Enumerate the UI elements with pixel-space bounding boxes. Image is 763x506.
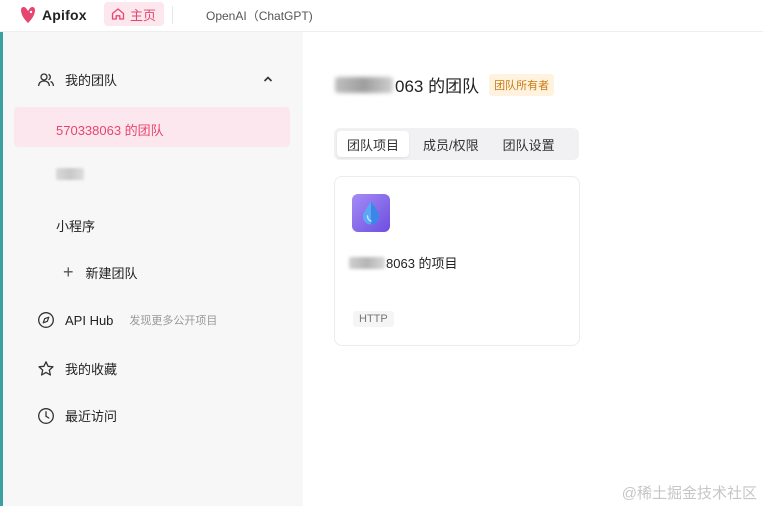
team-tabs: 团队项目 成员/权限 团队设置 bbox=[334, 128, 579, 160]
tab-project-openai[interactable]: OpenAI（ChatGPT) bbox=[206, 7, 313, 24]
sidebar-item-team-miniprogram[interactable]: 小程序 bbox=[56, 216, 95, 235]
project-icon bbox=[352, 194, 390, 232]
redacted-text bbox=[349, 256, 385, 269]
home-tab-label: 主页 bbox=[130, 7, 157, 23]
tab-home[interactable]: 主页 bbox=[104, 2, 165, 26]
water-drop-icon bbox=[363, 201, 379, 225]
app-logo[interactable]: Apifox bbox=[18, 5, 87, 25]
watermark: @稀土掘金技术社区 bbox=[621, 485, 757, 502]
main-content: 063 的团队 团队所有者 团队项目 成员/权限 团队设置 8063 的项目 H… bbox=[303, 32, 763, 506]
clock-icon bbox=[37, 407, 55, 425]
apifox-logo-icon bbox=[21, 6, 35, 23]
sidebar-my-teams-header[interactable]: 我的团队 bbox=[37, 70, 117, 89]
team-title-text: 063 的团队 bbox=[395, 77, 480, 96]
sidebar-item-favorites[interactable]: 我的收藏 bbox=[37, 359, 117, 378]
sidebar-my-teams-label: 我的团队 bbox=[65, 73, 118, 88]
api-hub-label: API Hub bbox=[65, 312, 114, 328]
page-title: 063 的团队 团队所有者 bbox=[335, 72, 555, 97]
compass-icon bbox=[37, 311, 55, 329]
recent-label: 最近访问 bbox=[65, 409, 118, 424]
api-hub-subtitle: 发现更多公开项目 bbox=[129, 315, 218, 327]
new-team-button[interactable]: + 新建团队 bbox=[63, 263, 138, 282]
owner-badge: 团队所有者 bbox=[489, 73, 555, 96]
project-card[interactable]: 8063 的项目 HTTP bbox=[334, 176, 580, 346]
home-icon bbox=[111, 8, 125, 20]
tab-team-projects[interactable]: 团队项目 bbox=[337, 131, 410, 157]
tab-divider bbox=[172, 6, 173, 24]
project-name-text: 8063 的项目 bbox=[386, 256, 458, 271]
favorites-label: 我的收藏 bbox=[65, 362, 118, 377]
chevron-up-icon[interactable] bbox=[261, 72, 275, 86]
team-icon bbox=[37, 71, 55, 89]
logo-text: Apifox bbox=[42, 7, 87, 23]
tab-team-settings[interactable]: 团队设置 bbox=[493, 131, 565, 157]
sidebar-item-team-570338063[interactable]: 570338063 的团队 bbox=[56, 120, 164, 139]
star-icon bbox=[37, 360, 55, 378]
tab-members-permissions[interactable]: 成员/权限 bbox=[413, 131, 489, 157]
sidebar-item-api-hub[interactable]: API Hub 发现更多公开项目 bbox=[37, 311, 217, 329]
project-name: 8063 的项目 bbox=[349, 253, 458, 272]
redacted-text bbox=[335, 76, 393, 93]
sidebar-item-team-redacted[interactable] bbox=[56, 168, 84, 180]
sidebar: 我的团队 570338063 的团队 小程序 + 新建团队 API Hub 发现… bbox=[3, 32, 303, 506]
redacted-text bbox=[56, 168, 84, 180]
top-bar: Apifox 主页 OpenAI（ChatGPT) bbox=[0, 0, 763, 32]
project-type-tag: HTTP bbox=[353, 311, 394, 327]
sidebar-item-recent[interactable]: 最近访问 bbox=[37, 406, 117, 425]
new-team-label: 新建团队 bbox=[85, 266, 138, 281]
plus-icon: + bbox=[63, 262, 74, 282]
